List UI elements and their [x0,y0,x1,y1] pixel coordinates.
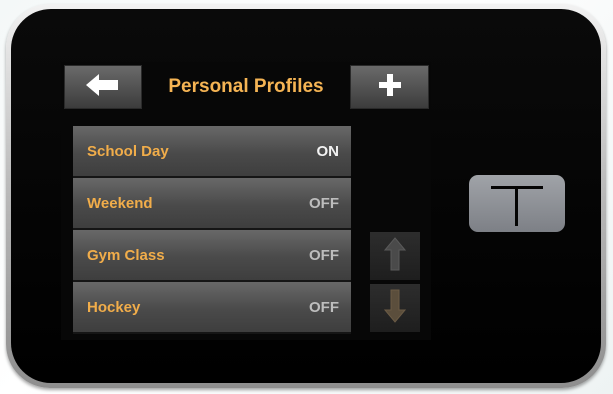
touch-screen: Personal Profiles School Day ON Weekend … [61,62,431,340]
profile-row-weekend[interactable]: Weekend OFF [73,178,351,230]
scroll-down-button[interactable] [370,284,420,332]
arrow-left-icon [86,73,120,101]
profile-name: Hockey [87,298,141,316]
profile-name: Gym Class [87,246,165,264]
profile-row-gym-class[interactable]: Gym Class OFF [73,230,351,282]
profile-name: Weekend [87,194,153,212]
plus-icon [378,73,402,102]
device-bezel: Personal Profiles School Day ON Weekend … [11,9,601,383]
profile-row-hockey[interactable]: Hockey OFF [73,282,351,334]
t-button[interactable] [469,175,565,232]
profile-status: ON [316,142,340,160]
arrow-up-icon [383,236,407,276]
profile-status: OFF [309,246,339,264]
add-profile-button[interactable] [350,65,429,109]
back-button[interactable] [64,65,142,109]
profile-status: OFF [309,194,339,212]
scroll-up-button[interactable] [370,232,420,280]
profile-list: School Day ON Weekend OFF Gym Class OFF … [73,126,351,334]
profile-status: OFF [309,298,339,316]
stage: Personal Profiles School Day ON Weekend … [0,0,613,394]
profile-name: School Day [87,142,169,160]
arrow-down-icon [383,289,407,328]
t-logo-icon [487,176,547,231]
pump-device: Personal Profiles School Day ON Weekend … [6,4,606,388]
profile-row-school-day[interactable]: School Day ON [73,126,351,178]
page-title: Personal Profiles [168,76,324,97]
